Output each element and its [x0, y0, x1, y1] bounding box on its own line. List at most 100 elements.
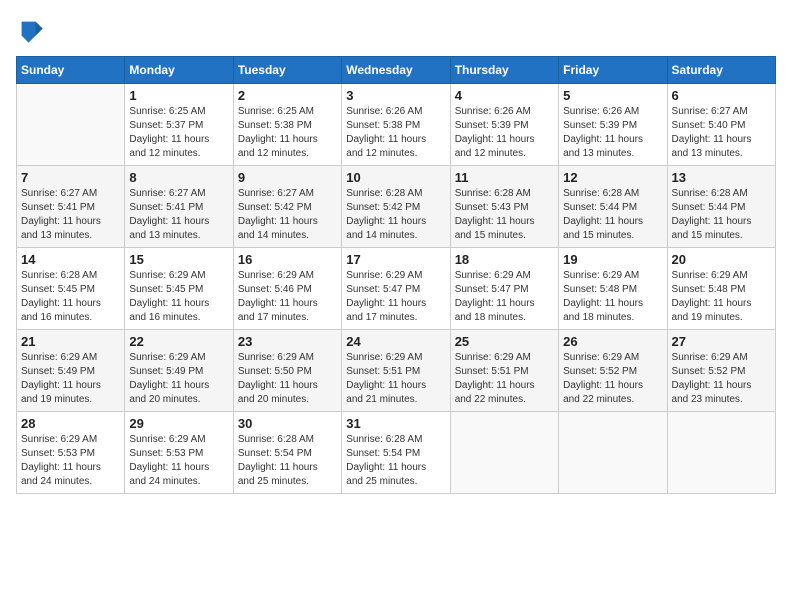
day-header-thursday: Thursday	[450, 57, 558, 84]
day-info: Sunrise: 6:29 AM Sunset: 5:52 PM Dayligh…	[563, 351, 662, 407]
calendar-cell: 9Sunrise: 6:27 AM Sunset: 5:42 PM Daylig…	[233, 166, 341, 248]
day-info: Sunrise: 6:26 AM Sunset: 5:39 PM Dayligh…	[455, 105, 554, 161]
day-info: Sunrise: 6:29 AM Sunset: 5:47 PM Dayligh…	[346, 269, 445, 325]
day-info: Sunrise: 6:29 AM Sunset: 5:53 PM Dayligh…	[129, 433, 228, 489]
calendar-cell: 20 Sunrise: 6:29 AM Sunset: 5:48 PM Dayli…	[667, 248, 775, 330]
day-number: 13	[672, 170, 771, 185]
day-info: Sunrise: 6:28 AM Sunset: 5:54 PM Dayligh…	[238, 433, 337, 489]
day-header-friday: Friday	[559, 57, 667, 84]
day-info: Sunrise: 6:25 AM Sunset: 5:38 PM Dayligh…	[238, 105, 337, 161]
day-info: Sunrise: 6:27 AM Sunset: 5:42 PM Dayligh…	[238, 187, 337, 243]
day-number: 2	[238, 88, 337, 103]
calendar-cell: 8Sunrise: 6:27 AM Sunset: 5:41 PM Daylig…	[125, 166, 233, 248]
day-info: Sunrise: 6:29 AM Sunset: 5:51 PM Dayligh…	[455, 351, 554, 407]
day-info: Sunrise: 6:29 AM Sunset: 5:48 PM Dayligh…	[672, 269, 771, 325]
day-info: Sunrise: 6:28 AM Sunset: 5:54 PM Dayligh…	[346, 433, 445, 489]
logo	[16, 16, 48, 44]
calendar-week-row: 14 Sunrise: 6:28 AM Sunset: 5:45 PM Dayli…	[17, 248, 776, 330]
day-number: 14	[21, 252, 120, 267]
calendar-cell: 25 Sunrise: 6:29 AM Sunset: 5:51 PM Dayli…	[450, 330, 558, 412]
calendar-cell: 16Sunrise: 6:29 AM Sunset: 5:46 PM Dayli…	[233, 248, 341, 330]
calendar-week-row: 21 Sunrise: 6:29 AM Sunset: 5:49 PM Dayli…	[17, 330, 776, 412]
day-number: 17	[346, 252, 445, 267]
day-info: Sunrise: 6:25 AM Sunset: 5:37 PM Dayligh…	[129, 105, 228, 161]
day-info: Sunrise: 6:29 AM Sunset: 5:52 PM Dayligh…	[672, 351, 771, 407]
day-number: 6	[672, 88, 771, 103]
calendar-cell: 10 Sunrise: 6:28 AM Sunset: 5:42 PM Dayli…	[342, 166, 450, 248]
page-header	[16, 16, 776, 44]
day-header-sunday: Sunday	[17, 57, 125, 84]
day-number: 28	[21, 416, 120, 431]
calendar-cell: 12 Sunrise: 6:28 AM Sunset: 5:44 PM Dayli…	[559, 166, 667, 248]
day-info: Sunrise: 6:29 AM Sunset: 5:48 PM Dayligh…	[563, 269, 662, 325]
calendar-cell: 22 Sunrise: 6:29 AM Sunset: 5:49 PM Dayli…	[125, 330, 233, 412]
calendar-cell: 18Sunrise: 6:29 AM Sunset: 5:47 PM Dayli…	[450, 248, 558, 330]
calendar-cell: 4 Sunrise: 6:26 AM Sunset: 5:39 PM Daylig…	[450, 84, 558, 166]
calendar-week-row: 7 Sunrise: 6:27 AM Sunset: 5:41 PM Daylig…	[17, 166, 776, 248]
day-info: Sunrise: 6:26 AM Sunset: 5:38 PM Dayligh…	[346, 105, 445, 161]
calendar-cell: 21 Sunrise: 6:29 AM Sunset: 5:49 PM Dayli…	[17, 330, 125, 412]
day-info: Sunrise: 6:29 AM Sunset: 5:47 PM Dayligh…	[455, 269, 554, 325]
day-info: Sunrise: 6:27 AM Sunset: 5:41 PM Dayligh…	[21, 187, 120, 243]
day-number: 1	[129, 88, 228, 103]
day-number: 15	[129, 252, 228, 267]
day-number: 10	[346, 170, 445, 185]
day-info: Sunrise: 6:29 AM Sunset: 5:51 PM Dayligh…	[346, 351, 445, 407]
calendar-week-row: 28 Sunrise: 6:29 AM Sunset: 5:53 PM Dayli…	[17, 412, 776, 494]
calendar-cell: 19Sunrise: 6:29 AM Sunset: 5:48 PM Dayli…	[559, 248, 667, 330]
calendar-cell: 5Sunrise: 6:26 AM Sunset: 5:39 PM Daylig…	[559, 84, 667, 166]
calendar-cell: 2 Sunrise: 6:25 AM Sunset: 5:38 PM Daylig…	[233, 84, 341, 166]
day-info: Sunrise: 6:28 AM Sunset: 5:43 PM Dayligh…	[455, 187, 554, 243]
calendar-cell: 11 Sunrise: 6:28 AM Sunset: 5:43 PM Dayli…	[450, 166, 558, 248]
calendar-cell: 24 Sunrise: 6:29 AM Sunset: 5:51 PM Dayli…	[342, 330, 450, 412]
day-header-monday: Monday	[125, 57, 233, 84]
day-info: Sunrise: 6:26 AM Sunset: 5:39 PM Dayligh…	[563, 105, 662, 161]
day-number: 8	[129, 170, 228, 185]
day-info: Sunrise: 6:29 AM Sunset: 5:50 PM Dayligh…	[238, 351, 337, 407]
day-info: Sunrise: 6:28 AM Sunset: 5:45 PM Dayligh…	[21, 269, 120, 325]
day-header-wednesday: Wednesday	[342, 57, 450, 84]
calendar-cell	[559, 412, 667, 494]
calendar-cell: 27 Sunrise: 6:29 AM Sunset: 5:52 PM Dayli…	[667, 330, 775, 412]
calendar-cell: 26Sunrise: 6:29 AM Sunset: 5:52 PM Dayli…	[559, 330, 667, 412]
day-info: Sunrise: 6:27 AM Sunset: 5:40 PM Dayligh…	[672, 105, 771, 161]
calendar-cell: 3Sunrise: 6:26 AM Sunset: 5:38 PM Daylig…	[342, 84, 450, 166]
day-number: 7	[21, 170, 120, 185]
calendar-cell: 31Sunrise: 6:28 AM Sunset: 5:54 PM Dayli…	[342, 412, 450, 494]
day-info: Sunrise: 6:29 AM Sunset: 5:49 PM Dayligh…	[21, 351, 120, 407]
day-header-tuesday: Tuesday	[233, 57, 341, 84]
calendar-cell: 7 Sunrise: 6:27 AM Sunset: 5:41 PM Daylig…	[17, 166, 125, 248]
day-number: 20	[672, 252, 771, 267]
calendar-cell: 17 Sunrise: 6:29 AM Sunset: 5:47 PM Dayli…	[342, 248, 450, 330]
calendar-cell: 29 Sunrise: 6:29 AM Sunset: 5:53 PM Dayli…	[125, 412, 233, 494]
calendar-cell: 30 Sunrise: 6:28 AM Sunset: 5:54 PM Dayli…	[233, 412, 341, 494]
calendar-cell: 28 Sunrise: 6:29 AM Sunset: 5:53 PM Dayli…	[17, 412, 125, 494]
day-number: 30	[238, 416, 337, 431]
logo-icon	[16, 16, 44, 44]
calendar-cell	[667, 412, 775, 494]
day-info: Sunrise: 6:29 AM Sunset: 5:49 PM Dayligh…	[129, 351, 228, 407]
day-number: 25	[455, 334, 554, 349]
calendar-table: SundayMondayTuesdayWednesdayThursdayFrid…	[16, 56, 776, 494]
day-number: 4	[455, 88, 554, 103]
calendar-cell: 1 Sunrise: 6:25 AM Sunset: 5:37 PM Daylig…	[125, 84, 233, 166]
day-info: Sunrise: 6:29 AM Sunset: 5:46 PM Dayligh…	[238, 269, 337, 325]
calendar-cell: 13 Sunrise: 6:28 AM Sunset: 5:44 PM Dayli…	[667, 166, 775, 248]
calendar-cell: 15Sunrise: 6:29 AM Sunset: 5:45 PM Dayli…	[125, 248, 233, 330]
day-number: 24	[346, 334, 445, 349]
calendar-cell: 6 Sunrise: 6:27 AM Sunset: 5:40 PM Daylig…	[667, 84, 775, 166]
day-info: Sunrise: 6:28 AM Sunset: 5:44 PM Dayligh…	[672, 187, 771, 243]
day-header-saturday: Saturday	[667, 57, 775, 84]
day-info: Sunrise: 6:29 AM Sunset: 5:53 PM Dayligh…	[21, 433, 120, 489]
calendar-cell	[17, 84, 125, 166]
day-number: 11	[455, 170, 554, 185]
day-number: 22	[129, 334, 228, 349]
calendar-cell: 14 Sunrise: 6:28 AM Sunset: 5:45 PM Dayli…	[17, 248, 125, 330]
day-info: Sunrise: 6:28 AM Sunset: 5:42 PM Dayligh…	[346, 187, 445, 243]
day-number: 29	[129, 416, 228, 431]
day-number: 12	[563, 170, 662, 185]
day-info: Sunrise: 6:28 AM Sunset: 5:44 PM Dayligh…	[563, 187, 662, 243]
day-number: 27	[672, 334, 771, 349]
calendar-week-row: 1 Sunrise: 6:25 AM Sunset: 5:37 PM Daylig…	[17, 84, 776, 166]
day-number: 21	[21, 334, 120, 349]
